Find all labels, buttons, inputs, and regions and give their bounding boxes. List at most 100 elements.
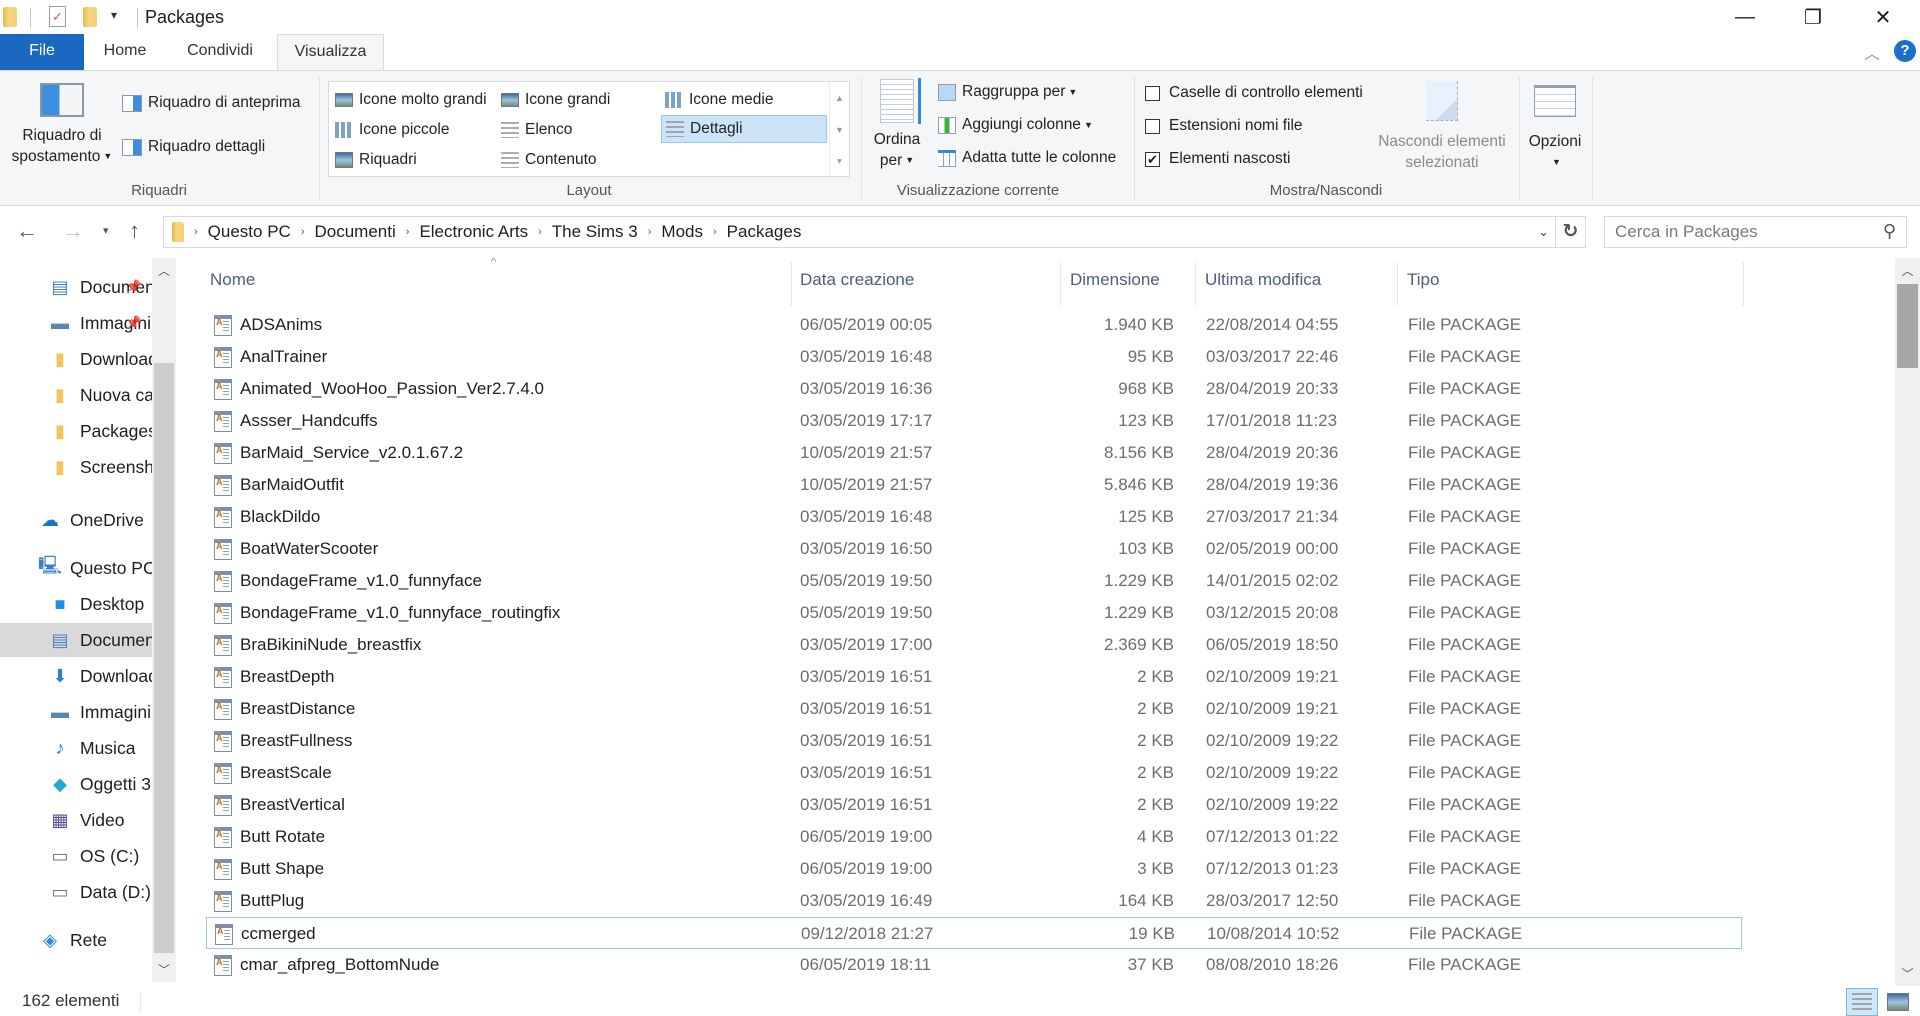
checkbox-file-extensions[interactable] — [1145, 118, 1160, 134]
large-icons-view-button[interactable] — [1882, 988, 1914, 1016]
navigation-pane-scrollbar[interactable]: ︿ ﹀ — [152, 258, 176, 982]
file-row[interactable]: AnalTrainer 03/05/2019 16:48 95 KB 03/03/20… — [206, 341, 1742, 373]
tab-condividi[interactable]: Condividi — [170, 34, 270, 70]
layout-extra-large-icons[interactable]: Icone molto grandi — [331, 86, 487, 114]
file-row[interactable]: BoatWaterScooter 03/05/2019 16:50 103 KB 02… — [206, 533, 1742, 565]
sidebar-item[interactable]: ▮ Screenshot — [0, 450, 152, 484]
sidebar-item[interactable]: ▤ Documenti — [0, 623, 152, 657]
item-checkboxes-toggle[interactable]: Caselle di controllo elementi — [1145, 84, 1363, 102]
file-row[interactable]: BreastDepth 03/05/2019 16:51 2 KB 02/10/200… — [206, 661, 1742, 693]
file-row[interactable]: ccmerged 09/12/2018 21:27 19 KB 10/08/2014 … — [206, 917, 1742, 949]
hidden-items-toggle[interactable]: ✔ Elementi nascosti — [1145, 150, 1290, 168]
scrollbar-thumb[interactable] — [1897, 284, 1918, 368]
file-row[interactable]: BarMaid_Service_v2.0.1.67.2 10/05/2019 21… — [206, 437, 1742, 469]
properties-icon[interactable]: ✓ — [49, 6, 66, 27]
column-divider[interactable] — [1195, 262, 1196, 306]
sidebar-item[interactable]: ⬇ Download — [0, 659, 152, 693]
scrollbar-thumb[interactable] — [154, 363, 174, 953]
gallery-down-icon[interactable]: ▼ — [835, 114, 844, 146]
scroll-up-icon[interactable]: ︿ — [1895, 262, 1920, 279]
sidebar-item[interactable]: ■ Desktop — [0, 587, 152, 621]
tab-file[interactable]: File — [0, 34, 84, 70]
layout-list[interactable]: Elenco — [497, 116, 572, 144]
layout-details[interactable]: Dettagli — [661, 115, 827, 143]
forward-button[interactable]: → — [62, 218, 84, 244]
breadcrumb-separator-icon[interactable]: › — [402, 226, 414, 238]
file-row[interactable]: BraBikiniNude_breastfix 03/05/2019 17:00 2… — [206, 629, 1742, 661]
column-header-name[interactable]: Nome — [210, 262, 790, 298]
recent-locations-button[interactable]: ▾ — [103, 224, 109, 237]
column-header-created[interactable]: Data creazione — [800, 262, 1060, 298]
column-header-type[interactable]: Tipo — [1407, 262, 1737, 298]
file-row[interactable]: Butt Shape 06/05/2019 19:00 3 KB 07/12/2013… — [206, 853, 1742, 885]
file-row[interactable]: BreastScale 03/05/2019 16:51 2 KB 02/10/200… — [206, 757, 1742, 789]
column-divider[interactable] — [791, 262, 792, 306]
sidebar-item[interactable]: ▭ Data (D:) — [0, 875, 152, 909]
sort-by-button[interactable]: Ordina per ▼ — [872, 78, 922, 171]
options-button[interactable]: Opzioni ▼ — [1526, 85, 1584, 173]
file-row[interactable]: BondageFrame_v1.0_funnyface_routingfix 05… — [206, 597, 1742, 629]
address-history-dropdown-icon[interactable]: ⌄ — [1538, 224, 1549, 240]
sidebar-item[interactable]: ▤Documenti📌 — [0, 270, 152, 304]
breadcrumb-electronic-arts[interactable]: Electronic Arts — [413, 222, 534, 242]
details-view-button[interactable] — [1846, 988, 1878, 1016]
file-row[interactable]: BreastDistance 03/05/2019 16:51 2 KB 02/10/… — [206, 693, 1742, 725]
breadcrumb-separator-icon[interactable]: › — [534, 226, 546, 238]
search-icon[interactable]: ⚲ — [1883, 221, 1896, 242]
sidebar-item[interactable]: ▮ Download — [0, 342, 152, 376]
sidebar-item[interactable]: ◆ Oggetti 3D — [0, 767, 152, 801]
fit-columns-button[interactable]: Adatta tutte le colonne — [938, 149, 1116, 167]
file-row[interactable]: Animated_WooHoo_Passion_Ver2.7.4.0 03/05/… — [206, 373, 1742, 405]
breadcrumb-mods[interactable]: Mods — [655, 222, 709, 242]
file-row[interactable]: BreastFullness 03/05/2019 16:51 2 KB 02/10/… — [206, 725, 1742, 757]
sidebar-item[interactable]: ♪ Musica — [0, 731, 152, 765]
layout-large-icons[interactable]: Icone grandi — [497, 86, 610, 114]
sidebar-item[interactable]: 🖳 Questo PC — [0, 551, 152, 585]
file-list-scrollbar[interactable]: ︿ ﹀ — [1895, 258, 1920, 986]
breadcrumb-questo-pc[interactable]: Questo PC — [202, 222, 297, 242]
sidebar-item[interactable]: ▭ OS (C:) — [0, 839, 152, 873]
file-row[interactable]: ButtPlug 03/05/2019 16:49 164 KB 28/03/2017… — [206, 885, 1742, 917]
layout-medium-icons[interactable]: Icone medie — [661, 86, 773, 114]
file-row[interactable]: BarMaidOutfit 10/05/2019 21:57 5.846 KB 28/… — [206, 469, 1742, 501]
column-divider[interactable] — [1743, 262, 1744, 306]
column-divider[interactable] — [1060, 262, 1061, 306]
search-input[interactable] — [1605, 217, 1855, 247]
add-columns-button[interactable]: Aggiungi colonne ▼ — [938, 116, 1093, 134]
hide-selected-button[interactable]: Nascondi elementi selezionati — [1367, 81, 1517, 173]
layout-content[interactable]: Contenuto — [497, 146, 597, 174]
file-row[interactable]: Butt Rotate 06/05/2019 19:00 4 KB 07/12/201… — [206, 821, 1742, 853]
breadcrumb-separator-icon[interactable]: › — [709, 226, 721, 238]
new-folder-icon[interactable] — [83, 7, 97, 27]
scroll-up-icon[interactable]: ︿ — [152, 262, 176, 279]
file-row[interactable]: Assser_Handcuffs 03/05/2019 17:17 123 KB 17… — [206, 405, 1742, 437]
minimize-button[interactable]: — — [1714, 0, 1776, 34]
layout-small-icons[interactable]: Icone piccole — [331, 116, 449, 144]
search-box[interactable]: ⚲ — [1604, 216, 1907, 248]
breadcrumb-documenti[interactable]: Documenti — [309, 222, 402, 242]
file-row[interactable]: cmar_afpreg_BottomNude 06/05/2019 18:11 37… — [206, 949, 1742, 981]
up-button[interactable]: ↑ — [129, 218, 140, 244]
sidebar-item[interactable]: ☁ OneDrive — [0, 503, 152, 537]
column-header-modified[interactable]: Ultima modifica — [1205, 262, 1395, 298]
sidebar-item[interactable]: ▮ Nuova cartella — [0, 378, 152, 412]
scroll-down-icon[interactable]: ﹀ — [1895, 965, 1920, 982]
file-row[interactable]: BondageFrame_v1.0_funnyface 05/05/2019 19… — [206, 565, 1742, 597]
refresh-button[interactable]: ↻ — [1555, 217, 1585, 247]
back-button[interactable]: ← — [16, 218, 38, 244]
address-bar[interactable]: › Questo PC › Documenti › Electronic Art… — [163, 216, 1586, 248]
help-icon[interactable]: ? — [1894, 40, 1916, 62]
collapse-ribbon-icon[interactable]: ︿ — [1864, 40, 1880, 64]
maximize-button[interactable]: ❐ — [1782, 0, 1844, 34]
sidebar-item[interactable]: ▮ Packages — [0, 414, 152, 448]
layout-tiles[interactable]: Riquadri — [331, 146, 417, 174]
file-row[interactable]: ADSAnims 06/05/2019 00:05 1.940 KB 22/08/20… — [206, 309, 1742, 341]
tab-home[interactable]: Home — [90, 34, 160, 70]
column-divider[interactable] — [1397, 262, 1398, 306]
scroll-down-icon[interactable]: ﹀ — [152, 961, 176, 978]
sidebar-item[interactable]: ▬ Immagini 📌 — [0, 306, 152, 340]
checkbox-item-checkboxes[interactable] — [1145, 85, 1160, 101]
breadcrumb-packages[interactable]: Packages — [721, 222, 808, 242]
group-by-button[interactable]: Raggruppa per ▼ — [938, 83, 1077, 101]
file-extensions-toggle[interactable]: Estensioni nomi file — [1145, 117, 1303, 135]
